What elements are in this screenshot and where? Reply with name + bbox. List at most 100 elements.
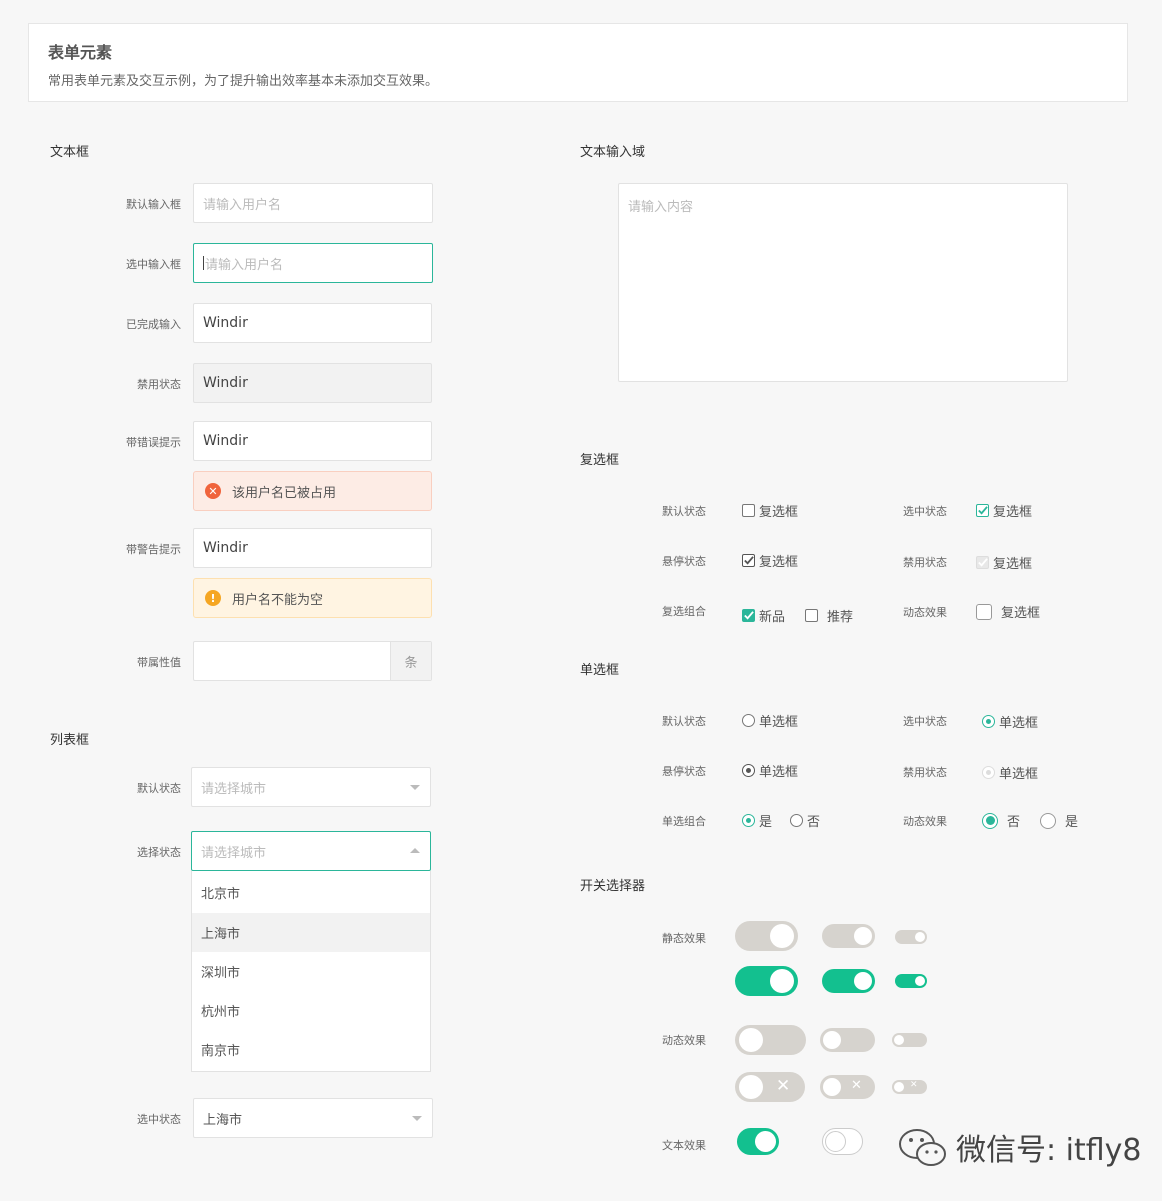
radio-circle	[982, 715, 995, 728]
warning-input-label: 带警告提示	[126, 543, 181, 556]
radio-circle	[742, 764, 755, 777]
switch-text-on[interactable]	[737, 1128, 779, 1155]
checkbox-hover-label: 悬停状态	[662, 555, 706, 568]
dropdown-option-highlighted[interactable]: 上海市	[192, 913, 430, 952]
dropdown-option[interactable]: 北京市	[192, 871, 430, 913]
dropdown-option[interactable]: 杭州市	[192, 991, 430, 1030]
checkbox-text: 复选框	[759, 555, 799, 570]
switch-static-on-large[interactable]	[735, 966, 798, 996]
checkbox-text: 新品	[759, 610, 786, 625]
default-select-label: 默认状态	[137, 782, 181, 795]
content-textarea[interactable]: 请输入内容	[618, 183, 1068, 382]
open-select[interactable]: 请选择城市	[191, 831, 431, 871]
switch-static-off-large[interactable]	[735, 921, 798, 951]
dropdown-option[interactable]: 深圳市	[192, 952, 430, 991]
addon-input[interactable]: 条	[193, 641, 432, 681]
checkbox-dynamic[interactable]: 复选框	[976, 602, 1040, 621]
warning-icon: !	[205, 590, 221, 606]
selected-select-value: 上海市	[203, 1112, 243, 1128]
switch-dynamic-x-medium[interactable]: ✕	[820, 1075, 875, 1099]
radio-hover[interactable]: 单选框	[742, 761, 798, 780]
radio-circle	[982, 766, 995, 779]
switch-static-on-small[interactable]	[895, 974, 927, 988]
radio-group-label: 单选组合	[662, 815, 706, 828]
switch-dynamic-off-large[interactable]	[735, 1025, 806, 1055]
warning-message: 用户名不能为空	[232, 592, 324, 608]
radio-default[interactable]: 单选框	[742, 711, 798, 730]
switch-dynamic-off-medium[interactable]	[820, 1028, 875, 1052]
checkbox-text: 复选框	[759, 505, 799, 520]
page-title: 表单元素	[48, 43, 113, 62]
focused-input[interactable]: 请输入用户名	[193, 243, 433, 283]
radio-checked[interactable]: 单选框	[982, 712, 1038, 731]
dropdown-option[interactable]: 南京市	[192, 1030, 430, 1069]
radio-dynamic-item-no[interactable]: 否	[982, 811, 1020, 830]
switch-dynamic-off-small[interactable]	[892, 1033, 927, 1047]
error-input[interactable]: Windir	[193, 421, 432, 461]
selected-select[interactable]: 上海市	[193, 1098, 433, 1138]
radio-circle	[1040, 812, 1056, 829]
select-dropdown: 北京市 上海市 深圳市 杭州市 南京市	[191, 871, 431, 1072]
checkbox-box	[976, 603, 992, 620]
close-icon: ✕	[851, 1078, 862, 1093]
switch-static-off-small[interactable]	[895, 930, 927, 944]
check-icon	[742, 609, 755, 622]
page-header: 表单元素 常用表单元素及交互示例，为了提升输出效率基本未添加交互效果。	[28, 23, 1128, 102]
radio-section-title: 单选框	[580, 663, 620, 678]
checkbox-group-item-recommend[interactable]: 推荐	[805, 606, 853, 625]
checkbox-checked-label: 选中状态	[903, 505, 947, 518]
radio-circle	[982, 812, 998, 829]
disabled-input: Windir	[193, 363, 432, 403]
switch-section-title: 开关选择器	[580, 879, 646, 894]
check-icon	[976, 504, 989, 517]
radio-text: 否	[1007, 815, 1021, 830]
wechat-icon	[898, 1127, 950, 1173]
filled-input[interactable]: Windir	[193, 303, 432, 343]
checkbox-box	[742, 504, 755, 517]
switch-static-off-medium[interactable]	[822, 924, 875, 948]
error-input-label: 带错误提示	[126, 436, 181, 449]
focused-input-placeholder: 请输入用户名	[205, 257, 284, 273]
radio-text: 是	[1065, 815, 1079, 830]
radio-dynamic-label: 动态效果	[903, 815, 947, 828]
radio-disabled: 单选框	[982, 763, 1038, 782]
checkbox-disabled: 复选框	[976, 553, 1032, 572]
checkbox-default[interactable]: 复选框	[742, 501, 798, 520]
checkbox-group-label: 复选组合	[662, 605, 706, 618]
radio-group-item-yes[interactable]: 是	[742, 811, 772, 830]
checkbox-section-title: 复选框	[580, 453, 620, 468]
default-select[interactable]: 请选择城市	[191, 767, 431, 807]
checkbox-disabled-label: 禁用状态	[903, 556, 947, 569]
checkbox-checked[interactable]: 复选框	[976, 501, 1032, 520]
default-input[interactable]: 请输入用户名	[193, 183, 433, 223]
switch-static-on-medium[interactable]	[822, 969, 875, 993]
checkbox-text: 复选框	[993, 557, 1033, 572]
checkbox-group-item-new[interactable]: 新品	[742, 606, 785, 625]
wechat-watermark: 微信号: itfly8	[956, 1133, 1142, 1168]
switch-text-off[interactable]	[822, 1128, 863, 1155]
checkbox-hover[interactable]: 复选框	[742, 551, 798, 570]
radio-text: 单选框	[999, 716, 1039, 731]
radio-text: 否	[807, 815, 821, 830]
warning-input[interactable]: Windir	[193, 528, 432, 568]
switch-text-label: 文本效果	[662, 1139, 706, 1152]
checkbox-text: 复选框	[993, 505, 1033, 520]
switch-dynamic-x-large[interactable]: ✕	[735, 1072, 805, 1102]
addon-input-label: 带属性值	[137, 656, 181, 669]
filled-input-label: 已完成输入	[126, 318, 181, 331]
error-icon: ✕	[205, 483, 221, 499]
switch-dynamic-x-small[interactable]: ✕	[892, 1080, 927, 1094]
selected-select-label: 选中状态	[137, 1113, 181, 1126]
error-alert: ✕ 该用户名已被占用	[193, 471, 432, 511]
radio-default-label: 默认状态	[662, 715, 706, 728]
text-cursor	[203, 256, 204, 270]
listbox-section-title: 列表框	[50, 733, 90, 748]
textarea-section-title: 文本输入域	[580, 145, 646, 160]
radio-group-item-no[interactable]: 否	[790, 811, 820, 830]
unit-addon: 条	[390, 642, 431, 680]
check-icon	[742, 554, 755, 567]
focused-input-label: 选中输入框	[126, 258, 181, 271]
radio-text: 单选框	[759, 765, 799, 780]
radio-circle	[790, 814, 803, 827]
radio-dynamic-item-yes[interactable]: 是	[1040, 811, 1078, 830]
